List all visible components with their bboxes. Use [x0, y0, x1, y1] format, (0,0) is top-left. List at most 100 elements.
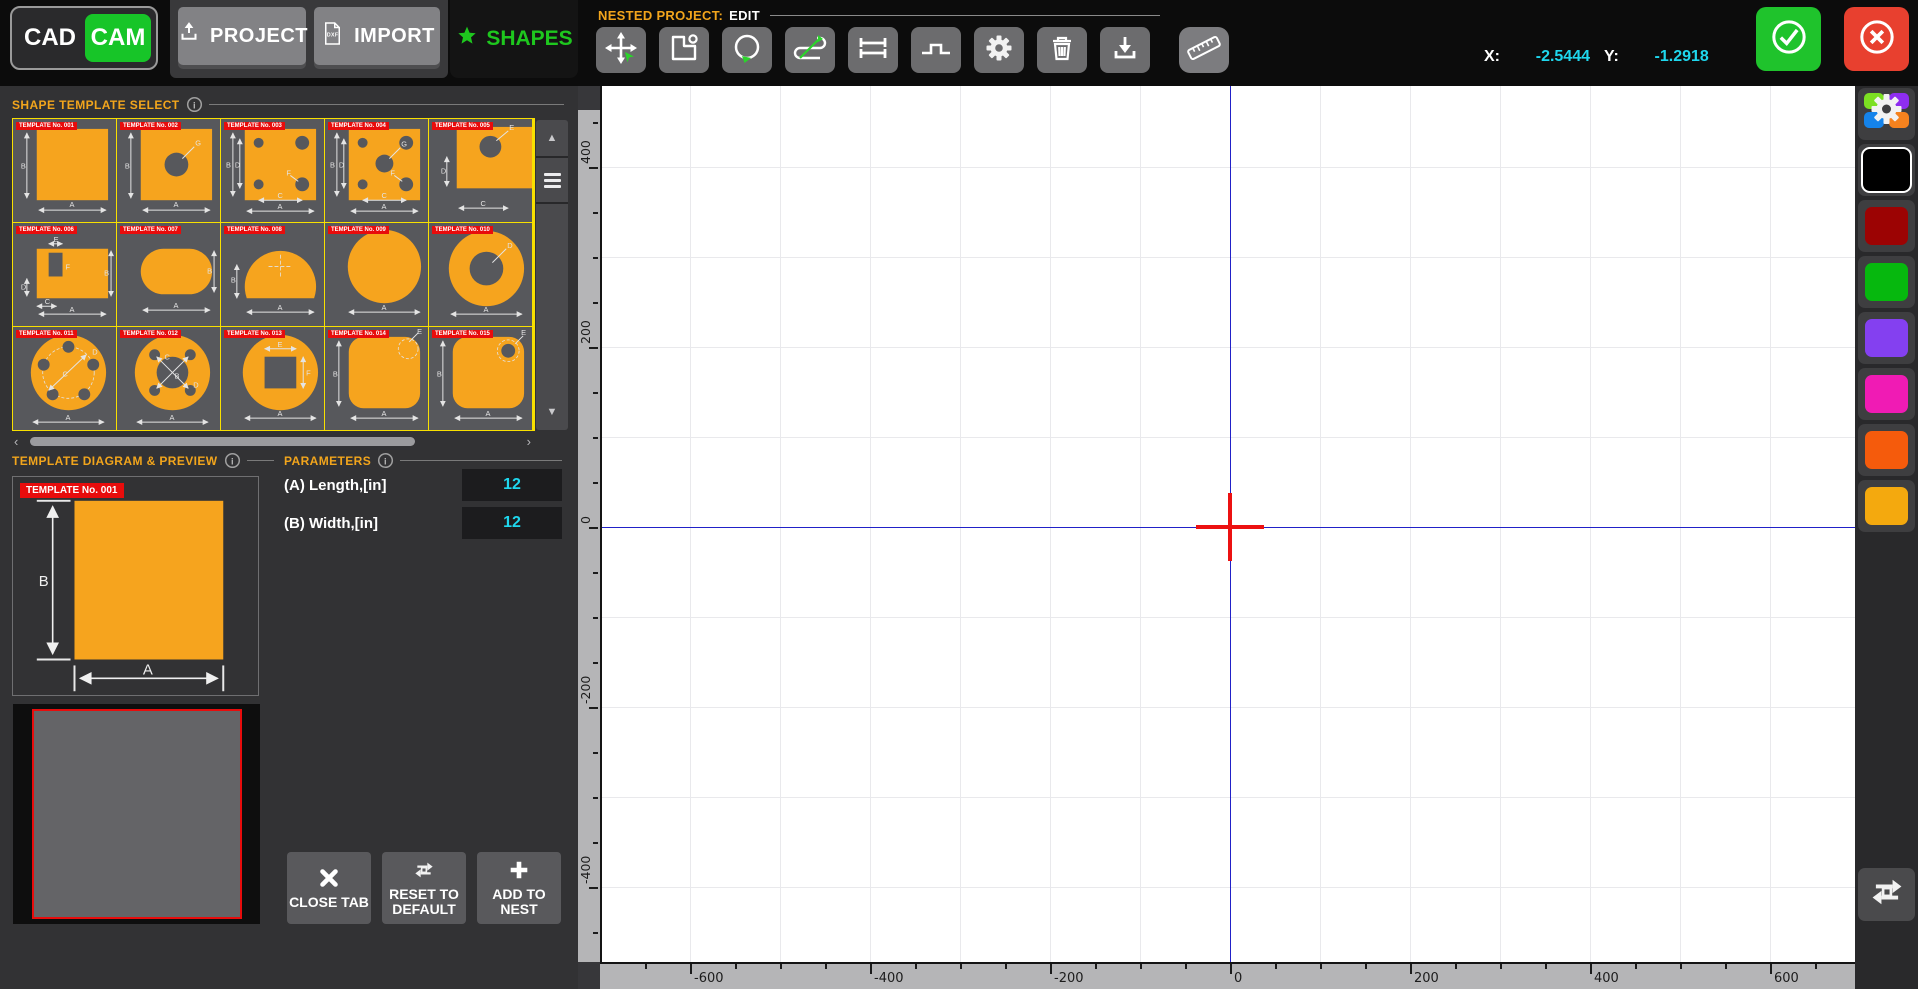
template-card[interactable]: B E A TEMPLATE No. 014 [325, 327, 428, 430]
offset-tool[interactable] [911, 27, 961, 73]
svg-text:A: A [65, 413, 70, 422]
color-swatch-black[interactable] [1858, 144, 1915, 196]
swatch-color [1865, 263, 1908, 301]
ruler-tick [1095, 964, 1097, 969]
scroll-left-button[interactable]: ‹ [14, 435, 18, 449]
svg-text:A: A [277, 409, 282, 418]
template-card[interactable]: E B A TEMPLATE No. 015 [429, 327, 532, 430]
template-card[interactable]: E D C TEMPLATE No. 005 [429, 119, 532, 222]
template-card[interactable]: BA TEMPLATE No. 007 [117, 223, 220, 326]
measure-tool[interactable] [1179, 27, 1229, 73]
ruler-tick [1185, 964, 1187, 969]
ruler-label: 0 [578, 516, 593, 524]
template-card[interactable]: BA TEMPLATE No. 008 [221, 223, 324, 326]
project-button[interactable]: PROJECT [176, 7, 308, 65]
scroll-down-button[interactable]: ▼ [536, 394, 568, 430]
parameter-label: (B) Width,[in] [284, 514, 378, 532]
template-card[interactable]: BD F CA TEMPLATE No. 003 [221, 119, 324, 222]
svg-text:C: C [165, 353, 171, 362]
color-swatch-dark-red[interactable] [1858, 200, 1915, 252]
cancel-button[interactable] [1844, 7, 1909, 71]
svg-text:i: i [193, 100, 196, 111]
nesting-canvas[interactable] [602, 86, 1855, 962]
cad-button[interactable]: CAD [17, 14, 83, 62]
ruler-tick [1590, 964, 1592, 974]
close-tab-button[interactable]: CLOSE TAB [287, 852, 371, 924]
ruler-tick [1230, 964, 1232, 974]
svg-text:E: E [521, 328, 526, 337]
template-card[interactable]: C B D A TEMPLATE No. 012 [117, 327, 220, 430]
hscroll-thumb[interactable] [30, 437, 415, 446]
parameter-row: (A) Length,[in] 12 [284, 468, 562, 502]
nested-project-mode: EDIT [729, 8, 760, 23]
reset-to-default-button[interactable]: RESET TO DEFAULT [382, 852, 466, 924]
template-card[interactable]: E F A TEMPLATE No. 013 [221, 327, 324, 430]
template-card[interactable]: BD G F CA TEMPLATE No. 004 [325, 119, 428, 222]
delete-tool[interactable] [1037, 27, 1087, 73]
trash-icon [1044, 30, 1080, 71]
template-card[interactable]: DA TEMPLATE No. 010 [429, 223, 532, 326]
grid-menu-button[interactable] [536, 158, 568, 202]
coord-x-value: -2.5444 [1535, 48, 1590, 65]
color-swatch-green[interactable] [1858, 256, 1915, 308]
scroll-right-button[interactable]: › [527, 435, 531, 449]
svg-text:C: C [63, 370, 69, 379]
info-icon[interactable]: i [224, 452, 241, 469]
upload-icon [176, 20, 202, 52]
parameter-input[interactable]: 12 [462, 469, 562, 501]
diagram-section-title: TEMPLATE DIAGRAM & PREVIEW [12, 453, 218, 468]
template-card[interactable]: E F D C B A TEMPLATE No. 006 [13, 223, 116, 326]
cam-button[interactable]: CAM [85, 14, 151, 62]
ruler-tick [589, 887, 598, 889]
sequence-tool[interactable] [785, 27, 835, 73]
template-badge: TEMPLATE No. 001 [16, 122, 77, 130]
right-sidebar [1855, 86, 1918, 989]
add-to-nest-button[interactable]: ADD TO NEST [477, 852, 561, 924]
template-card[interactable]: G B A TEMPLATE No. 002 [117, 119, 220, 222]
svg-text:B: B [39, 574, 49, 590]
align-tool[interactable] [848, 27, 898, 73]
rotate-tool[interactable] [722, 27, 772, 73]
settings-tool[interactable] [974, 27, 1024, 73]
dxf-file-icon: DXF [319, 20, 346, 53]
template-card[interactable]: C D A TEMPLATE No. 011 [13, 327, 116, 430]
star-icon [455, 24, 479, 54]
project-button-label: PROJECT [210, 24, 308, 47]
export-tool[interactable] [1100, 27, 1150, 73]
scroll-track[interactable] [536, 204, 568, 394]
ruler-corner-bottom [578, 962, 600, 989]
shapes-button[interactable]: SHAPES [450, 0, 578, 78]
template-badge: TEMPLATE No. 005 [432, 122, 493, 130]
parameter-input[interactable]: 12 [462, 507, 562, 539]
layer-palette-button[interactable] [1858, 88, 1915, 140]
template-badge: TEMPLATE No. 009 [328, 226, 389, 234]
confirm-button[interactable] [1756, 7, 1821, 71]
ruler-tick [735, 964, 737, 969]
svg-text:F: F [65, 263, 70, 272]
info-icon[interactable]: i [377, 452, 394, 469]
gridline [602, 347, 1855, 348]
ruler-label: -400 [874, 971, 904, 986]
vertical-ruler: 400 200 0 -200 -400 [578, 86, 602, 962]
scroll-up-button[interactable]: ▲ [536, 120, 568, 156]
info-icon[interactable]: i [186, 96, 203, 113]
color-swatch-amber[interactable] [1858, 480, 1915, 532]
move-tool[interactable] [596, 27, 646, 73]
template-card[interactable]: BA TEMPLATE No. 001 [13, 119, 116, 222]
ruler-tick [870, 964, 872, 974]
color-swatch-magenta[interactable] [1858, 368, 1915, 420]
action-button-label: ADD TO NEST [492, 886, 546, 917]
ruler-tick [593, 662, 598, 664]
gridline [1410, 86, 1411, 962]
svg-text:F: F [390, 168, 395, 177]
import-button[interactable]: DXF IMPORT [314, 7, 440, 65]
template-card[interactable]: A TEMPLATE No. 009 [325, 223, 428, 326]
color-swatch-purple[interactable] [1858, 312, 1915, 364]
ruler-tick [593, 212, 598, 214]
nest-parts-tool[interactable] [659, 27, 709, 73]
color-swatch-orange[interactable] [1858, 424, 1915, 476]
section-rule [400, 460, 562, 461]
swap-view-button[interactable] [1858, 868, 1915, 921]
x-circle-icon [1856, 16, 1898, 63]
svg-text:A: A [143, 662, 153, 678]
